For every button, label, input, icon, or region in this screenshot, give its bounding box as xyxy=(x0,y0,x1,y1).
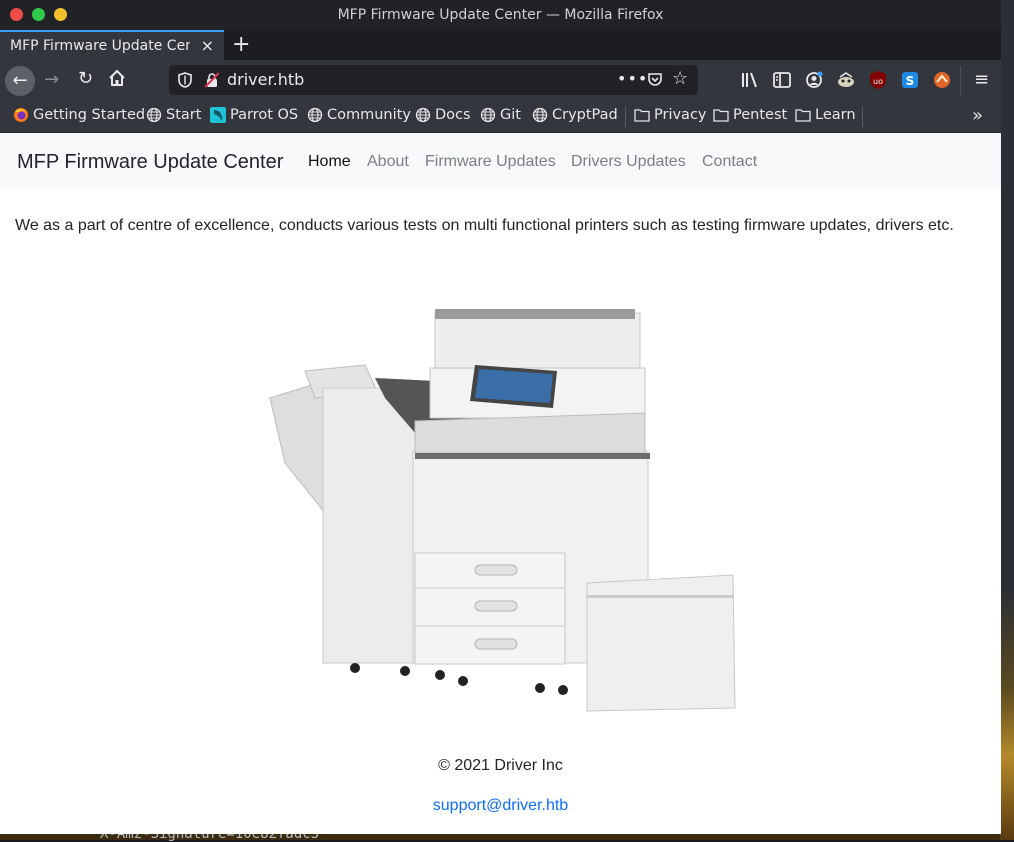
bookmark-label: Git xyxy=(500,107,521,123)
back-button[interactable]: ← xyxy=(5,66,35,96)
bookmark-folder-pentest[interactable]: Pentest xyxy=(713,107,787,123)
bookmark-label: Community xyxy=(327,107,411,123)
bookmarks-toolbar: Getting Started Start Parrot OS Communit… xyxy=(0,101,1001,133)
intro-text: We as a part of centre of excellence, co… xyxy=(15,217,954,234)
window-title: MFP Firmware Update Center — Mozilla Fir… xyxy=(337,7,664,23)
extension-orange-icon[interactable] xyxy=(932,70,952,90)
globe-icon xyxy=(146,107,162,123)
web-page: MFP Firmware Update Center Home About Fi… xyxy=(0,133,1001,834)
extension-s-icon[interactable]: S xyxy=(900,70,920,90)
globe-icon xyxy=(480,107,496,123)
bookmark-label: Getting Started xyxy=(33,107,146,123)
chevron-double-right-icon[interactable]: » xyxy=(972,105,983,126)
bookmark-label: Parrot OS xyxy=(230,107,299,123)
printer-image xyxy=(269,309,736,712)
globe-icon xyxy=(532,107,548,123)
title-bar: MFP Firmware Update Center — Mozilla Fir… xyxy=(0,0,1001,30)
nav-contact-link[interactable]: Contact xyxy=(702,153,757,171)
site-navbar: MFP Firmware Update Center Home About Fi… xyxy=(0,133,1001,189)
extension-mascot-icon[interactable] xyxy=(836,70,856,90)
support-email-link[interactable]: support@driver.htb xyxy=(0,797,1001,815)
url-bar[interactable]: driver.htb ••• ☆ xyxy=(169,65,698,95)
bookmark-git[interactable]: Git xyxy=(480,107,521,123)
folder-icon xyxy=(795,109,811,122)
footer-copyright: © 2021 Driver Inc xyxy=(438,757,563,774)
desktop-wallpaper xyxy=(1000,0,1014,840)
bookmark-label: Learn xyxy=(815,107,856,123)
bookmark-label: CryptPad xyxy=(552,107,618,123)
bookmark-parrot-os[interactable]: Parrot OS xyxy=(210,107,298,123)
firefox-icon xyxy=(14,108,28,122)
folder-icon xyxy=(713,109,729,122)
pocket-icon[interactable] xyxy=(647,72,663,88)
bookmark-star-icon[interactable]: ☆ xyxy=(672,68,688,89)
bookmark-label: Pentest xyxy=(733,107,788,123)
insecure-lock-icon[interactable] xyxy=(205,72,219,88)
nav-firmware-updates-link[interactable]: Firmware Updates xyxy=(425,153,556,171)
globe-icon xyxy=(415,107,431,123)
bookmark-start[interactable]: Start xyxy=(146,107,201,123)
home-icon[interactable] xyxy=(108,69,126,87)
menu-icon[interactable]: ≡ xyxy=(974,69,989,90)
tab-label: MFP Firmware Update Center xyxy=(10,38,190,54)
sidebar-icon[interactable] xyxy=(772,70,792,90)
bookmark-label: Start xyxy=(166,107,202,123)
tracking-shield-icon[interactable] xyxy=(178,72,192,88)
page-actions-icon[interactable]: ••• xyxy=(617,69,648,88)
bookmark-label: Docs xyxy=(435,107,471,123)
reload-button[interactable]: ↻ xyxy=(78,68,93,89)
bookmark-label: Privacy xyxy=(654,107,707,123)
nav-drivers-updates-link[interactable]: Drivers Updates xyxy=(571,153,686,171)
nav-home-link[interactable]: Home xyxy=(308,153,351,171)
bookmarks-separator xyxy=(625,107,626,127)
globe-icon xyxy=(307,107,323,123)
svg-text:uo: uo xyxy=(873,77,883,86)
folder-icon xyxy=(634,109,650,122)
navigation-toolbar: ← → ↻ driver.htb ••• ☆ uo S ≡ xyxy=(0,60,1001,101)
ublock-icon[interactable]: uo xyxy=(868,70,888,90)
tab-strip: MFP Firmware Update Center × + xyxy=(0,30,1001,60)
bookmark-folder-privacy[interactable]: Privacy xyxy=(634,107,707,123)
bookmark-community[interactable]: Community xyxy=(307,107,411,123)
bookmarks-separator xyxy=(862,107,863,127)
site-brand[interactable]: MFP Firmware Update Center xyxy=(17,151,283,174)
parrot-icon xyxy=(210,107,226,123)
svg-text:S: S xyxy=(906,74,915,88)
toolbar-separator xyxy=(960,66,961,96)
browser-window: MFP Firmware Update Center — Mozilla Fir… xyxy=(0,0,1001,834)
tab-active[interactable]: MFP Firmware Update Center × xyxy=(0,30,224,60)
bookmark-cryptpad[interactable]: CryptPad xyxy=(532,107,618,123)
close-tab-icon[interactable]: × xyxy=(201,36,214,55)
forward-button[interactable]: → xyxy=(44,69,59,90)
nav-about-link[interactable]: About xyxy=(367,153,409,171)
bookmark-folder-learn[interactable]: Learn xyxy=(795,107,856,123)
new-tab-button[interactable]: + xyxy=(232,32,250,57)
library-icon[interactable] xyxy=(740,70,760,90)
url-text[interactable]: driver.htb xyxy=(227,70,304,89)
account-icon[interactable] xyxy=(804,70,824,90)
bookmark-getting-started[interactable]: Getting Started xyxy=(13,107,145,123)
bookmark-docs[interactable]: Docs xyxy=(415,107,471,123)
